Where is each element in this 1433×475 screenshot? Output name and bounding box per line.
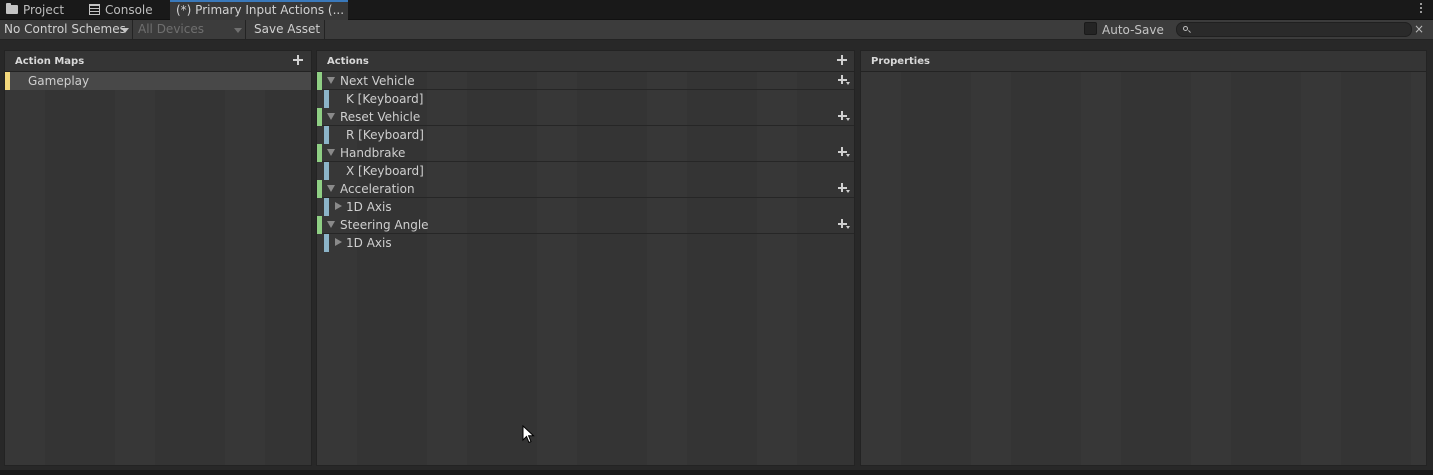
action-label: Reset Vehicle: [340, 110, 421, 124]
folder-icon: [6, 3, 18, 14]
properties-title: Properties: [871, 56, 930, 67]
devices-dropdown[interactable]: All Devices: [134, 20, 246, 40]
binding-row[interactable]: X [Keyboard]: [317, 162, 854, 180]
action-map-label: Gameplay: [28, 74, 90, 88]
save-asset-button[interactable]: Save Asset: [250, 20, 326, 40]
more-options-icon[interactable]: [1419, 3, 1423, 17]
expand-right-icon[interactable]: [335, 202, 342, 210]
composite-binding-row[interactable]: 1D Axis: [317, 198, 854, 216]
composite-binding-row[interactable]: 1D Axis: [317, 234, 854, 252]
binding-label: 1D Axis: [346, 200, 392, 214]
properties-header: Properties: [861, 51, 1426, 72]
tab-project[interactable]: Project: [6, 0, 64, 20]
tab-input-actions[interactable]: (*) Primary Input Actions (...: [170, 0, 348, 20]
editor-tab-bar: Project Console (*) Primary Input Action…: [0, 0, 1433, 20]
binding-marker: [324, 198, 329, 216]
expand-down-icon[interactable]: [327, 77, 335, 84]
action-marker: [317, 144, 322, 162]
action-label: Steering Angle: [340, 218, 429, 232]
action-row-reset-vehicle[interactable]: Reset Vehicle: [317, 108, 854, 126]
action-label: Handbrake: [340, 146, 406, 160]
binding-label: X [Keyboard]: [346, 164, 424, 178]
action-map-item[interactable]: Gameplay: [5, 72, 311, 90]
actions-header: Actions: [317, 51, 854, 72]
binding-label: 1D Axis: [346, 236, 392, 250]
action-row-steering-angle[interactable]: Steering Angle: [317, 216, 854, 234]
add-binding-icon[interactable]: [837, 147, 850, 158]
binding-marker: [324, 162, 329, 180]
status-bar: [0, 470, 1433, 475]
tab-console[interactable]: Console: [89, 0, 153, 20]
action-row-next-vehicle[interactable]: Next Vehicle: [317, 72, 854, 90]
properties-panel: Properties: [860, 50, 1427, 466]
action-maps-title: Action Maps: [15, 56, 85, 67]
action-row-acceleration[interactable]: Acceleration: [317, 180, 854, 198]
action-marker: [317, 108, 322, 126]
console-icon: [89, 4, 100, 15]
chevron-down-icon: [234, 28, 242, 33]
mouse-cursor-icon: [522, 425, 535, 444]
search-icon: [1183, 26, 1188, 31]
expand-down-icon[interactable]: [327, 149, 335, 156]
auto-save-checkbox[interactable]: [1084, 22, 1097, 35]
action-marker: [317, 180, 322, 198]
action-label: Next Vehicle: [340, 74, 415, 88]
action-maps-header: Action Maps: [5, 51, 311, 72]
actions-panel: Actions Next Vehicle K [Keyboard] Reset …: [316, 50, 855, 466]
expand-down-icon[interactable]: [327, 185, 335, 192]
action-label: Acceleration: [340, 182, 415, 196]
add-action-icon[interactable]: [837, 55, 847, 65]
actions-title: Actions: [327, 56, 369, 67]
action-map-marker: [5, 72, 10, 90]
tab-console-label: Console: [105, 3, 153, 17]
action-maps-panel: Action Maps Gameplay: [4, 50, 312, 466]
add-action-map-icon[interactable]: [293, 55, 303, 65]
action-marker: [317, 72, 322, 90]
action-row-handbrake[interactable]: Handbrake: [317, 144, 854, 162]
devices-label: All Devices: [138, 22, 204, 36]
tab-input-actions-label: (*) Primary Input Actions (...: [176, 3, 345, 17]
auto-save-label: Auto-Save: [1102, 23, 1164, 37]
add-binding-icon[interactable]: [837, 219, 850, 230]
binding-row[interactable]: R [Keyboard]: [317, 126, 854, 144]
action-marker: [317, 216, 322, 234]
expand-right-icon[interactable]: [335, 238, 342, 246]
chevron-down-icon: [121, 28, 129, 33]
add-binding-icon[interactable]: [837, 111, 850, 122]
add-binding-icon[interactable]: [837, 75, 850, 86]
search-input[interactable]: [1176, 22, 1412, 37]
expand-down-icon[interactable]: [327, 221, 335, 228]
control-schemes-label: No Control Schemes: [4, 22, 126, 36]
binding-marker: [324, 126, 329, 144]
binding-marker: [324, 234, 329, 252]
binding-row[interactable]: K [Keyboard]: [317, 90, 854, 108]
control-schemes-dropdown[interactable]: No Control Schemes: [0, 20, 133, 40]
binding-label: R [Keyboard]: [346, 128, 424, 142]
binding-label: K [Keyboard]: [346, 92, 424, 106]
tab-project-label: Project: [23, 3, 65, 17]
clear-search-icon[interactable]: ×: [1414, 20, 1424, 40]
input-actions-toolbar: No Control Schemes All Devices Save Asse…: [0, 20, 1433, 40]
add-binding-icon[interactable]: [837, 183, 850, 194]
binding-marker: [324, 90, 329, 108]
expand-down-icon[interactable]: [327, 113, 335, 120]
